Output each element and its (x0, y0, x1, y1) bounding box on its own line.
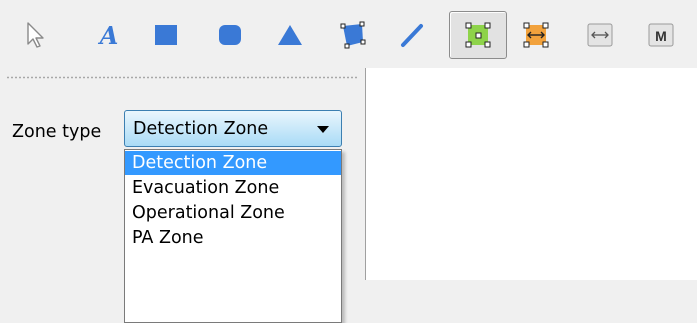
zone-polygon-tool-icon (465, 22, 491, 48)
zone-type-select[interactable]: Detection Zone (124, 110, 342, 147)
zone-option-detection[interactable]: Detection Zone (125, 151, 341, 175)
svg-text:A: A (98, 21, 119, 50)
zone-type-dropdown-list: Detection Zone Evacuation Zone Operation… (124, 149, 342, 323)
pointer-icon (27, 22, 44, 48)
measure-tool-button[interactable] (571, 11, 629, 59)
triangle-tool-icon (278, 25, 302, 45)
rectangle-tool-button[interactable] (137, 11, 195, 59)
marker-tool-button[interactable]: M (632, 11, 690, 59)
polygon-tool-icon (340, 21, 366, 49)
zone-option-evacuation[interactable]: Evacuation Zone (125, 176, 341, 200)
chevron-down-icon[interactable] (317, 126, 329, 133)
pointer-tool-button[interactable] (6, 11, 64, 59)
zone-option-pa[interactable]: PA Zone (125, 226, 341, 250)
panel-grip[interactable] (6, 76, 358, 79)
zone-orange-tool-button[interactable] (507, 11, 565, 59)
rounded-rectangle-tool-button[interactable] (201, 11, 259, 59)
rectangle-tool-icon (155, 25, 177, 45)
zone-polygon-tool-button[interactable] (449, 11, 507, 59)
zone-type-label: Zone type (12, 122, 102, 142)
svg-text:M: M (655, 28, 667, 44)
measure-tool-icon (587, 23, 613, 47)
polygon-tool-button[interactable] (324, 11, 382, 59)
zone-type-value: Detection Zone (133, 119, 269, 139)
zone-option-operational[interactable]: Operational Zone (125, 201, 341, 225)
properties-panel: Zone type Detection Zone Detection Zone … (0, 68, 362, 323)
zone-orange-tool-icon (523, 22, 549, 48)
toolbar: A M (0, 0, 697, 68)
line-tool-icon (401, 24, 423, 47)
line-tool-button[interactable] (383, 11, 441, 59)
text-tool-icon: A (98, 21, 119, 50)
rounded-rectangle-tool-icon (219, 25, 241, 45)
triangle-tool-button[interactable] (261, 11, 319, 59)
text-tool-button[interactable]: A (80, 11, 138, 59)
marker-tool-icon: M (648, 23, 674, 47)
drawing-canvas[interactable] (366, 68, 697, 280)
